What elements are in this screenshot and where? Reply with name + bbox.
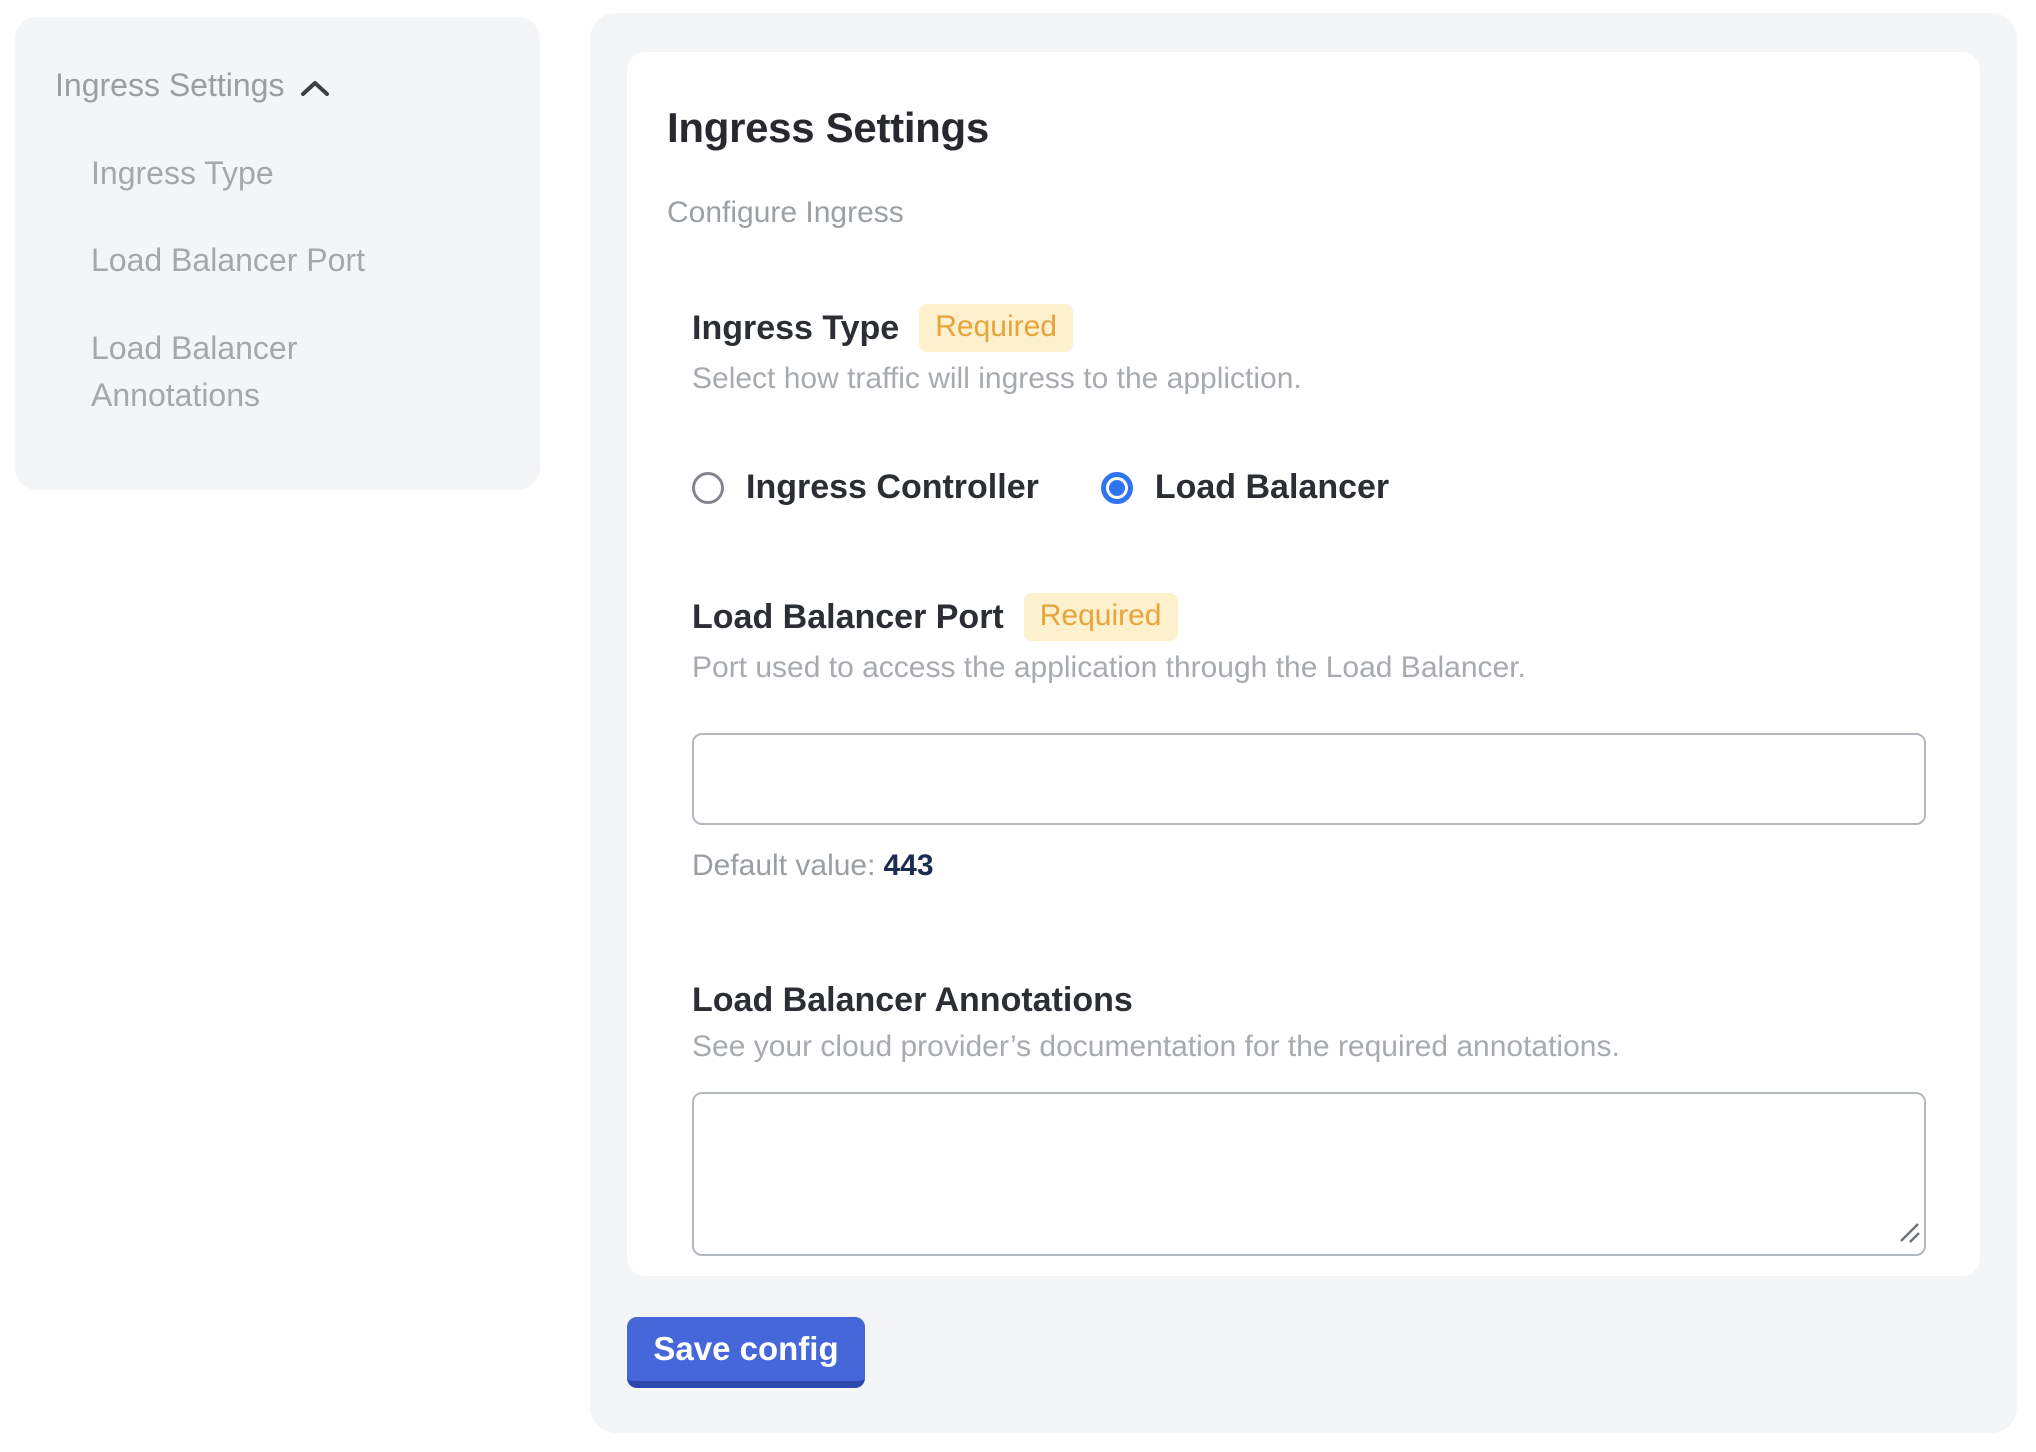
lb-annotations-description: See your cloud provider’s documentation …	[692, 1030, 1926, 1064]
default-value-label: Default value:	[692, 849, 875, 882]
load-balancer-annotations-textarea[interactable]	[692, 1092, 1926, 1256]
section-load-balancer-annotations: Load Balancer Annotations See your cloud…	[692, 981, 1926, 1256]
ingress-type-label: Ingress Type	[692, 309, 899, 348]
required-badge: Required	[919, 304, 1073, 352]
lb-port-description: Port used to access the application thro…	[692, 651, 1926, 685]
page-title: Ingress Settings	[667, 104, 1926, 152]
radio-checked-icon[interactable]	[1101, 472, 1133, 504]
sidebar-group-label: Ingress Settings	[55, 67, 284, 104]
radio-unchecked-icon[interactable]	[692, 472, 724, 504]
section-ingress-type: Ingress Type Required Select how traffic…	[692, 304, 1926, 507]
radio-option-load-balancer[interactable]: Load Balancer	[1101, 468, 1389, 507]
sidebar-group-ingress-settings[interactable]: Ingress Settings	[55, 67, 520, 104]
ingress-type-radio-group: Ingress Controller Load Balancer	[692, 468, 1926, 507]
sidebar-item-list: Ingress Type Load Balancer Port Load Bal…	[91, 150, 421, 419]
ingress-type-description: Select how traffic will ingress to the a…	[692, 362, 1926, 396]
required-badge: Required	[1024, 593, 1178, 641]
chevron-up-icon	[300, 79, 330, 97]
section-load-balancer-port: Load Balancer Port Required Port used to…	[692, 593, 1926, 883]
sidebar-item-load-balancer-port[interactable]: Load Balancer Port	[91, 237, 421, 284]
sidebar-item-load-balancer-annotations[interactable]: Load Balancer Annotations	[91, 325, 421, 420]
page-subtitle: Configure Ingress	[667, 196, 1926, 230]
main-panel: Ingress Settings Configure Ingress Ingre…	[590, 13, 2017, 1433]
lb-port-label: Load Balancer Port	[692, 598, 1004, 637]
settings-sidebar: Ingress Settings Ingress Type Load Balan…	[15, 17, 540, 490]
save-config-button[interactable]: Save config	[627, 1317, 865, 1388]
lb-annotations-label: Load Balancer Annotations	[692, 981, 1133, 1020]
ingress-settings-card: Ingress Settings Configure Ingress Ingre…	[627, 52, 1980, 1276]
default-value: 443	[883, 849, 933, 882]
default-value-row: Default value:443	[692, 849, 1926, 883]
load-balancer-port-input[interactable]	[692, 733, 1926, 825]
radio-option-ingress-controller[interactable]: Ingress Controller	[692, 468, 1039, 507]
sidebar-item-ingress-type[interactable]: Ingress Type	[91, 150, 421, 197]
